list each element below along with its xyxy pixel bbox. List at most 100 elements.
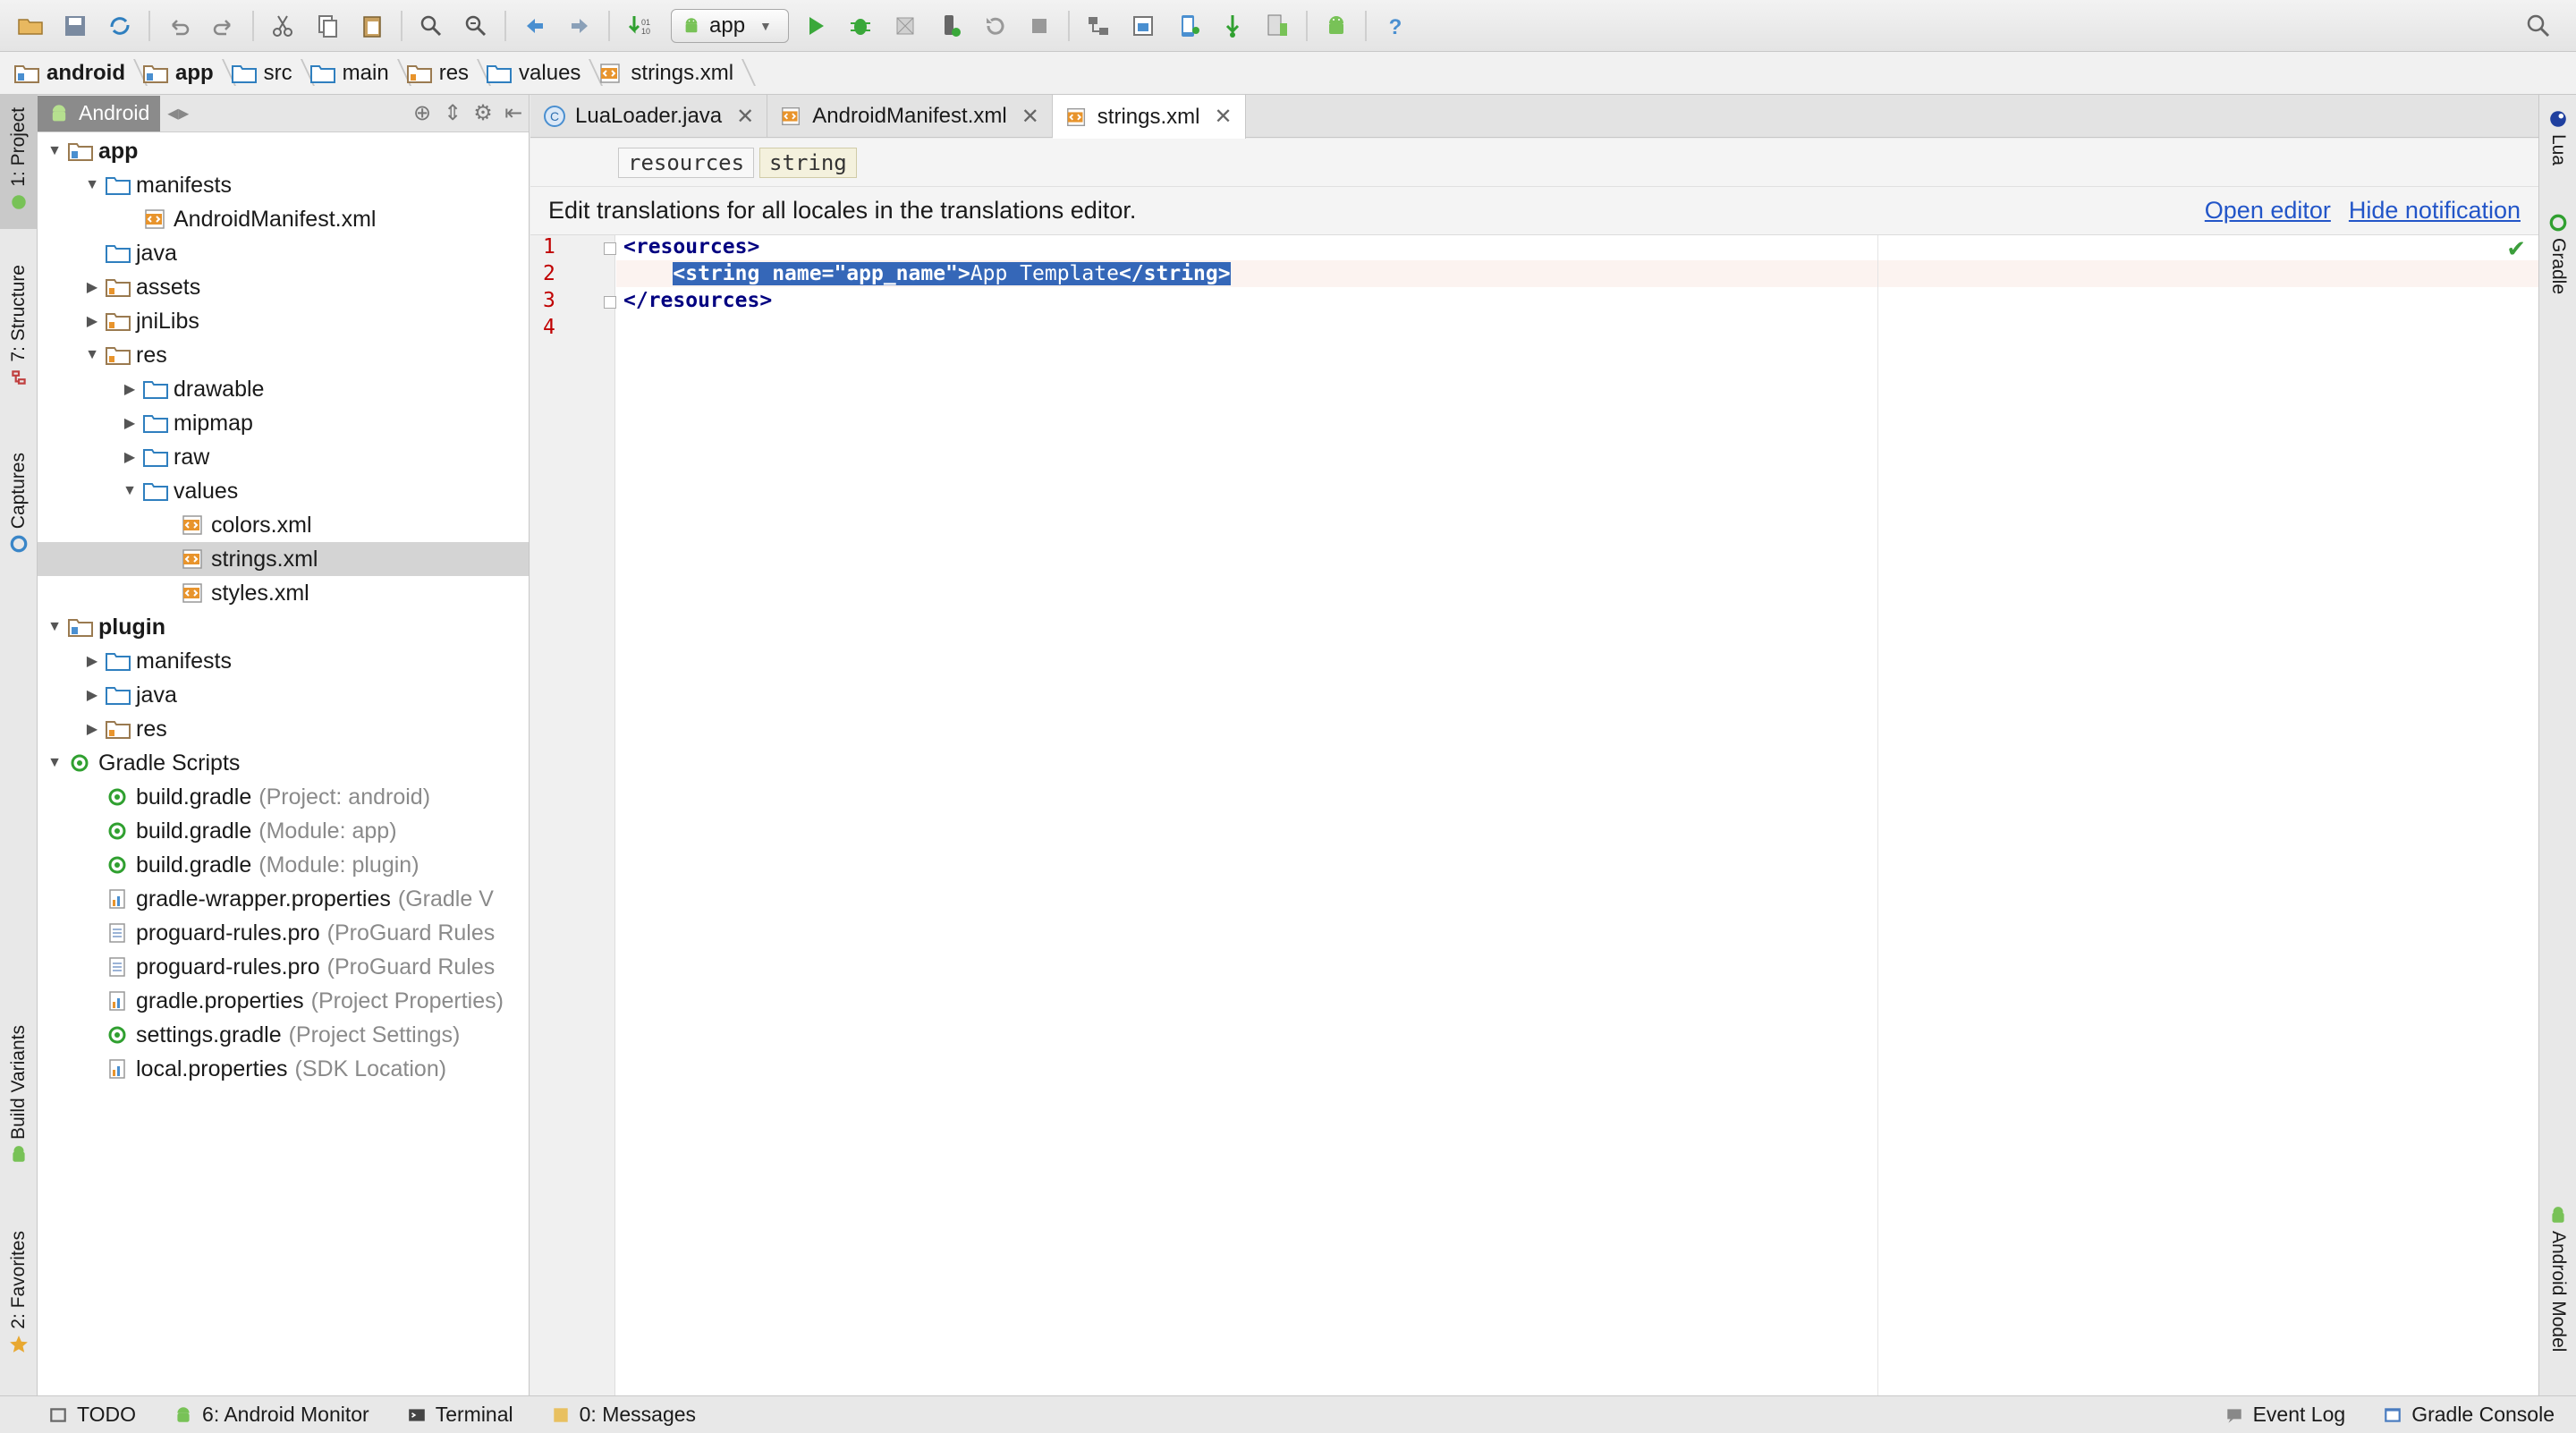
attach-debugger-icon[interactable] [930, 6, 970, 46]
tree-item[interactable]: ▼ values [38, 474, 529, 508]
gear-icon[interactable]: ⚙ [468, 98, 498, 129]
expand-arrow-right-icon[interactable]: ▶ [82, 719, 102, 739]
close-icon[interactable]: ✕ [736, 104, 754, 130]
editor-tab[interactable]: C LuaLoader.java ✕ [530, 95, 768, 138]
save-all-icon[interactable] [55, 6, 95, 46]
tree-item[interactable]: ▶ drawable [38, 372, 529, 406]
expand-arrow-right-icon[interactable]: ▶ [120, 379, 140, 399]
gradle-console-tab[interactable]: Gradle Console [2383, 1403, 2555, 1427]
expand-arrow-down-icon[interactable]: ▼ [120, 481, 140, 501]
gradle-sync-icon[interactable] [1213, 6, 1252, 46]
fold-marker[interactable] [604, 242, 616, 255]
fold-marker[interactable] [604, 296, 616, 309]
folder-open-icon[interactable] [11, 6, 50, 46]
replace-icon[interactable] [456, 6, 496, 46]
expand-arrow-down-icon[interactable]: ▼ [45, 617, 64, 637]
tree-item[interactable]: styles.xml [38, 576, 529, 610]
breadcrumb-item[interactable]: android [14, 52, 143, 95]
tree-item[interactable]: ▶ res [38, 712, 529, 746]
tab-gradle[interactable]: Gradle [2539, 208, 2576, 315]
android-monitor-tab[interactable]: 6: Android Monitor [174, 1403, 369, 1427]
tab-structure[interactable]: 7: Structure [0, 265, 38, 417]
run-icon[interactable] [796, 6, 835, 46]
device-monitor-icon[interactable] [1258, 6, 1297, 46]
collapse-all-icon[interactable]: ⇕ [437, 98, 468, 129]
tree-item[interactable]: gradle.properties (Project Properties) [38, 984, 529, 1018]
redo-icon[interactable] [204, 6, 243, 46]
todo-tab[interactable]: TODO [48, 1403, 136, 1427]
tree-item[interactable]: ▼ plugin [38, 610, 529, 644]
tree-item[interactable]: ▶ assets [38, 270, 529, 304]
tree-item[interactable]: build.gradle (Module: app) [38, 814, 529, 848]
tab-lua[interactable]: Lua [2539, 104, 2576, 193]
breadcrumb-item[interactable]: src [231, 52, 310, 95]
expand-arrow-down-icon[interactable]: ▼ [45, 141, 64, 161]
run-configuration-dropdown[interactable]: app ▼ [671, 8, 789, 43]
tree-item[interactable]: ▼ app [38, 134, 529, 168]
paste-icon[interactable] [352, 6, 392, 46]
tree-item[interactable]: ▼ Gradle Scripts [38, 746, 529, 780]
search-everywhere-icon[interactable] [2519, 6, 2558, 46]
hide-notification-link[interactable]: Hide notification [2349, 197, 2521, 225]
tree-item[interactable]: settings.gradle (Project Settings) [38, 1018, 529, 1052]
stop-icon[interactable] [1020, 6, 1059, 46]
tag-crumb-string[interactable]: string [759, 147, 857, 178]
make-icon[interactable]: 01 10 [619, 6, 658, 46]
breadcrumb-item[interactable]: strings.xml [598, 52, 751, 95]
tree-item[interactable]: ▼ manifests [38, 168, 529, 202]
expand-arrow-down-icon[interactable]: ▼ [45, 753, 64, 773]
tree-item[interactable]: proguard-rules.pro (ProGuard Rules [38, 916, 529, 950]
cut-icon[interactable] [263, 6, 302, 46]
tree-item[interactable]: gradle-wrapper.properties (Gradle V [38, 882, 529, 916]
messages-tab[interactable]: 0: Messages [551, 1403, 696, 1427]
terminal-tab[interactable]: Terminal [407, 1403, 513, 1427]
debug-icon[interactable] [841, 6, 880, 46]
tab-build-variants[interactable]: Build Variants [0, 1025, 38, 1195]
editor-tab[interactable]: AndroidManifest.xml ✕ [767, 95, 1053, 138]
tab-captures[interactable]: Captures [0, 453, 38, 587]
forward-icon[interactable] [560, 6, 599, 46]
tree-item[interactable]: local.properties (SDK Location) [38, 1052, 529, 1086]
tree-item[interactable]: ▶ manifests [38, 644, 529, 678]
expand-arrow-down-icon[interactable]: ▼ [82, 345, 102, 365]
tree-item[interactable]: ▶ mipmap [38, 406, 529, 440]
expand-arrow-right-icon[interactable]: ▶ [120, 413, 140, 433]
tree-item[interactable]: build.gradle (Project: android) [38, 780, 529, 814]
back-icon[interactable] [515, 6, 555, 46]
tree-item[interactable]: ▶ jniLibs [38, 304, 529, 338]
coverage-icon[interactable] [886, 6, 925, 46]
find-icon[interactable] [411, 6, 451, 46]
undo-icon[interactable] [159, 6, 199, 46]
expand-arrow-right-icon[interactable]: ▶ [82, 311, 102, 331]
sync-icon[interactable] [100, 6, 140, 46]
expand-arrow-right-icon[interactable]: ▶ [120, 447, 140, 467]
project-structure-icon[interactable] [1079, 6, 1118, 46]
breadcrumb-item[interactable]: res [406, 52, 487, 95]
switch-view-icon[interactable]: ◂▸ [160, 98, 196, 129]
tree-item[interactable]: java [38, 236, 529, 270]
tree-item[interactable]: colors.xml [38, 508, 529, 542]
expand-arrow-right-icon[interactable]: ▶ [82, 685, 102, 705]
event-log-tab[interactable]: Event Log [2224, 1403, 2345, 1427]
expand-arrow-down-icon[interactable]: ▼ [82, 175, 102, 195]
breadcrumb-item[interactable]: app [143, 52, 232, 95]
tab-favorites[interactable]: 2: Favorites [0, 1231, 38, 1383]
tree-item[interactable]: proguard-rules.pro (ProGuard Rules [38, 950, 529, 984]
open-editor-link[interactable]: Open editor [2205, 197, 2331, 225]
avd-manager-icon[interactable] [1168, 6, 1208, 46]
copy-icon[interactable] [308, 6, 347, 46]
close-icon[interactable]: ✕ [1214, 104, 1232, 130]
help-icon[interactable]: ? [1376, 6, 1415, 46]
sdk-manager-icon[interactable] [1123, 6, 1163, 46]
tab-project[interactable]: 1: Project [0, 95, 38, 229]
android-icon[interactable] [1317, 6, 1356, 46]
tree-item[interactable]: strings.xml [38, 542, 529, 576]
hide-panel-icon[interactable]: ⇤ [498, 98, 529, 129]
tree-item[interactable]: ▼ res [38, 338, 529, 372]
breadcrumb-item[interactable]: main [309, 52, 407, 95]
tree-item[interactable]: AndroidManifest.xml [38, 202, 529, 236]
expand-arrow-right-icon[interactable]: ▶ [82, 651, 102, 671]
breadcrumb-item[interactable]: values [487, 52, 598, 95]
editor-tab[interactable]: strings.xml ✕ [1052, 95, 1246, 139]
tab-android-model[interactable]: Android Model [2539, 1200, 2576, 1388]
